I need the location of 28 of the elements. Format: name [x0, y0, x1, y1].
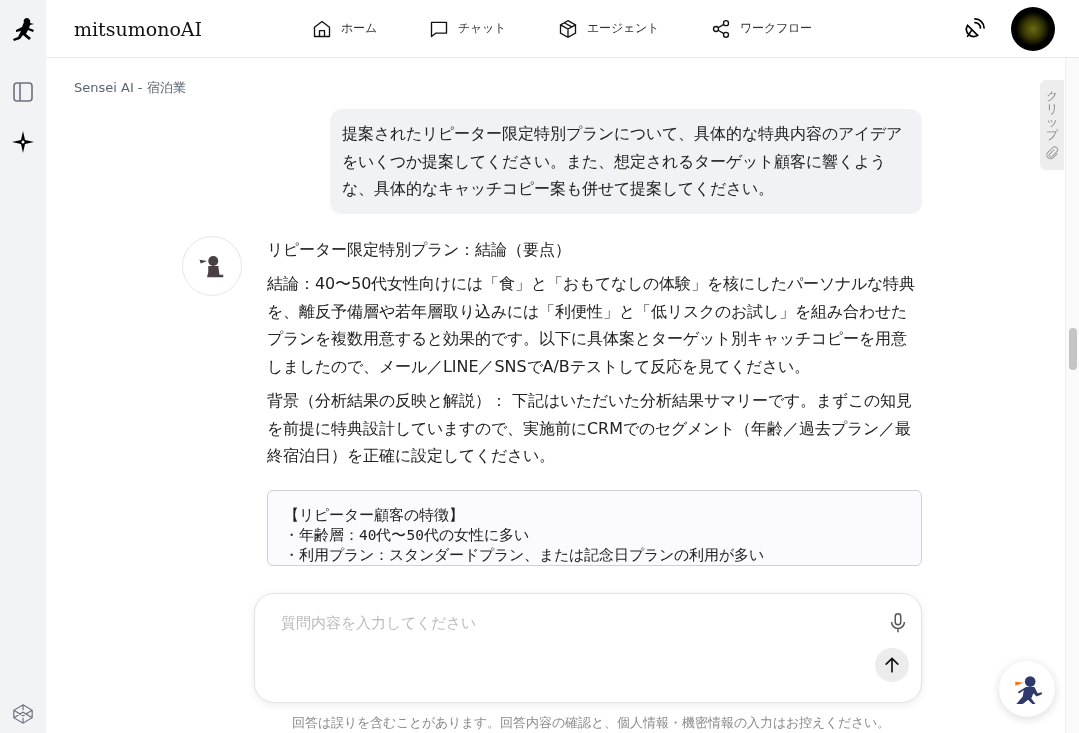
- share-icon: [711, 18, 731, 39]
- disclaimer-text: 回答は誤りを含むことがあります。回答内容の確認と、個人情報・機密情報の入力はお控えください。: [291, 715, 891, 732]
- nav-link[interactable]: チャット: [429, 14, 506, 43]
- user-message: 提案されたリピーター限定特別プランについて、具体的な特典内容のアイデアをいくつか提案してください。また、想定されるターゲット顧客に響くような、具体的なキャッチコピー案も併せて提案してください。: [330, 109, 922, 214]
- nav-link[interactable]: ワークフロー: [711, 14, 812, 43]
- code-line: ・年齢層：40代〜50代の女性に多い: [284, 525, 530, 545]
- assistant-paragraph: リピーター限定特別プラン：結論（要点）: [267, 238, 572, 261]
- cube-outline-icon[interactable]: [12, 703, 34, 725]
- message-input-field[interactable]: 質問内容を入力してください: [279, 613, 887, 633]
- nav-link[interactable]: ホーム: [312, 14, 377, 43]
- ninja-assistant-button[interactable]: [999, 661, 1055, 717]
- assistant-paragraph: 結論：40〜50代女性向けには「食」と「おもてなしの体験」を核にしたパーソナルな特典を、離反予備層や若年層取り込みには「利便性」と「低リスクのお試し」を組み合わせたプランを複数用意すると効果的です。以下に具体案とターゲット別キャッチコピーを用意しましたので、メール／LINE／SNSでA/Bテストして反応を見てください。: [267, 273, 917, 378]
- satellite-dish-icon[interactable]: [963, 17, 985, 40]
- send-button[interactable]: [875, 648, 909, 682]
- breadcrumb: Sensei AI - 宿泊業: [73, 79, 187, 97]
- cube-icon: [558, 18, 578, 39]
- code-line: 【リピーター顧客の特徴】: [284, 505, 465, 525]
- arrow-up-icon: [882, 655, 902, 675]
- assistant-paragraph: 背景（分析結果の反映と解説）： 下記はいただいた分析結果サマリーです。まずこの知見を前提に特典設計していますので、実施前にCRMでのセグメント（年齢／過去プラン／最終宿泊日）を正確に設定してください。: [267, 390, 914, 467]
- sparkle-icon[interactable]: [11, 130, 35, 154]
- user-avatar[interactable]: [1011, 6, 1055, 51]
- paperclip-icon: [1045, 146, 1059, 161]
- home-icon: [312, 18, 332, 39]
- brand-name[interactable]: mitsumonoAI: [74, 17, 312, 40]
- nav-link[interactable]: エージェント: [558, 14, 659, 43]
- sidebar-toggle-icon[interactable]: [12, 81, 34, 103]
- scrollbar-thumb[interactable]: [1068, 328, 1077, 370]
- code-line: ・利用プラン：スタンダードプラン、または記念日プランの利用が多い: [284, 545, 765, 565]
